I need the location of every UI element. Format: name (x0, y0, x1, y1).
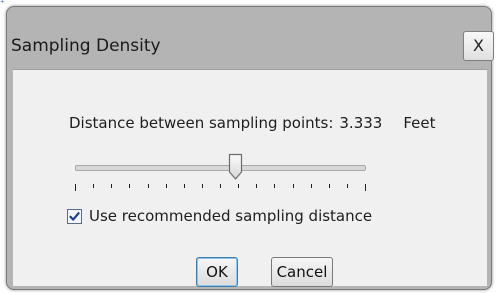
recommended-distance-checkbox[interactable] (67, 209, 82, 224)
slider-tick (365, 184, 366, 191)
slider-tick (75, 184, 76, 191)
slider-tick (111, 184, 112, 188)
dialog-title: Sampling Density (11, 36, 161, 56)
slider-tick (148, 184, 149, 188)
slider-tick (311, 184, 312, 188)
recommended-distance-label: Use recommended sampling distance (89, 207, 373, 225)
slider-tick (129, 184, 130, 188)
sampling-density-dialog: Sampling Density X Distance between samp… (6, 6, 494, 290)
distance-value: 3.333 (339, 114, 383, 132)
checkmark-icon (69, 212, 80, 221)
slider-ticks (75, 184, 366, 192)
slider-tick (184, 184, 185, 188)
distance-unit: Feet (403, 114, 436, 132)
slider-thumb[interactable] (228, 153, 243, 185)
slider-tick (256, 184, 257, 188)
sampling-distance-slider[interactable] (75, 153, 366, 193)
resize-grip-icon: ⁺ (0, 0, 5, 9)
slider-tick (93, 184, 94, 188)
close-button[interactable]: X (463, 31, 494, 61)
distance-row: Distance between sampling points: 3.333 Fe… (69, 114, 436, 132)
slider-tick (293, 184, 294, 188)
slider-tick (166, 184, 167, 188)
slider-thumb-icon (228, 153, 243, 180)
slider-tick (274, 184, 275, 188)
dialog-content: Distance between sampling points: 3.333 Fe… (13, 69, 487, 287)
slider-tick (329, 184, 330, 188)
slider-tick (220, 184, 221, 188)
cancel-button[interactable]: Cancel (271, 257, 333, 287)
dialog-titlebar[interactable]: Sampling Density X (7, 7, 494, 69)
slider-tick (238, 184, 239, 188)
distance-label: Distance between sampling points: (69, 114, 334, 132)
slider-tick (347, 184, 348, 188)
ok-button[interactable]: OK (196, 257, 238, 287)
slider-track[interactable] (75, 165, 366, 171)
slider-tick (202, 184, 203, 188)
